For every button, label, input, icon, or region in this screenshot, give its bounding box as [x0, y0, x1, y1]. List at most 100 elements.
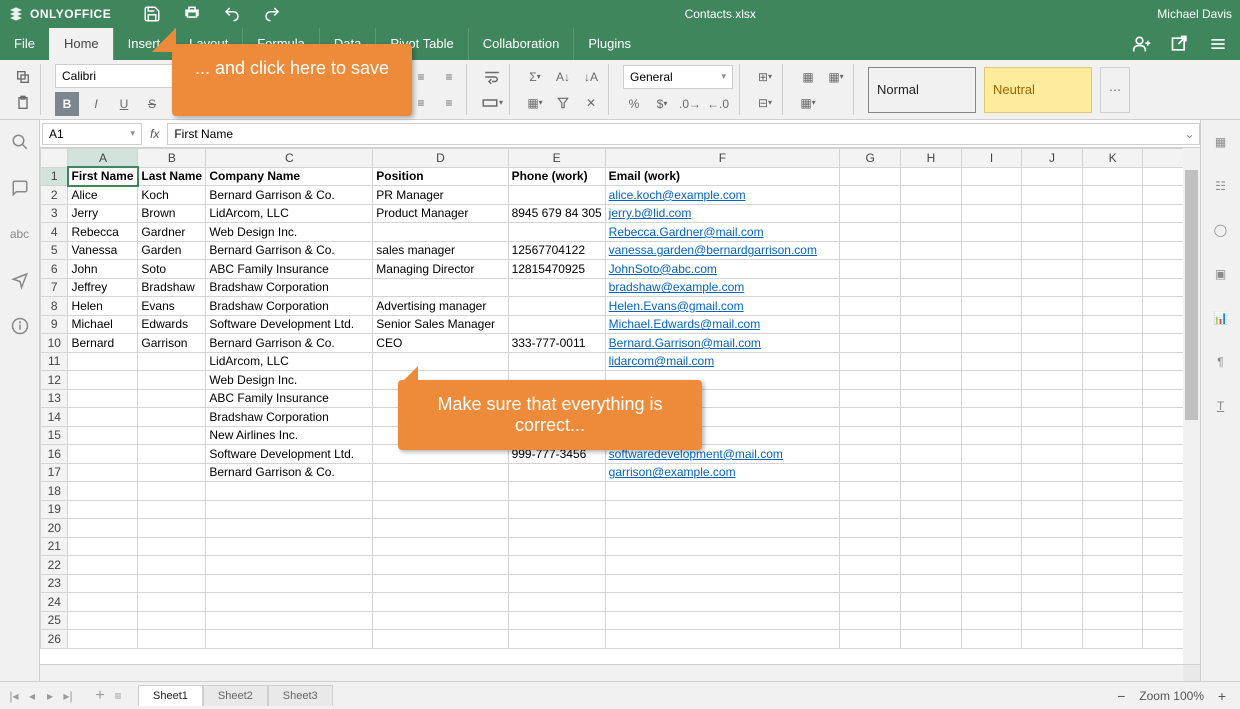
cell[interactable] — [1022, 223, 1083, 242]
format-table-icon[interactable]: ▦▾ — [825, 66, 847, 88]
col-header-B[interactable]: B — [138, 149, 206, 168]
cell[interactable] — [605, 556, 840, 575]
cell[interactable] — [138, 482, 206, 501]
comments-icon[interactable] — [8, 176, 32, 200]
sort-desc-icon[interactable]: ↓A — [580, 66, 602, 88]
row-header-26[interactable]: 26 — [41, 630, 68, 649]
cell[interactable] — [206, 593, 373, 612]
cell[interactable] — [901, 371, 962, 390]
insert-cells-icon[interactable]: ⊞▾ — [754, 66, 776, 88]
cell[interactable] — [961, 445, 1021, 464]
cell[interactable]: Position — [373, 167, 508, 186]
cell[interactable] — [508, 297, 605, 316]
cell[interactable] — [1082, 278, 1143, 297]
row-header-11[interactable]: 11 — [41, 352, 68, 371]
cell[interactable]: John — [68, 260, 138, 279]
zoom-in-icon[interactable]: + — [1214, 688, 1230, 704]
horizontal-scrollbar[interactable] — [40, 664, 1200, 681]
feedback-icon[interactable] — [8, 268, 32, 292]
sheet-tab-sheet3[interactable]: Sheet3 — [268, 685, 333, 706]
cell[interactable] — [138, 445, 206, 464]
delete-cells-icon[interactable]: ⊟▾ — [754, 92, 776, 114]
cell[interactable]: CEO — [373, 334, 508, 353]
chart-settings-icon[interactable]: 📊 — [1209, 306, 1233, 330]
cell[interactable] — [1082, 297, 1143, 316]
cell[interactable] — [1022, 556, 1083, 575]
cell[interactable] — [840, 223, 901, 242]
email-link[interactable]: Michael.Edwards@mail.com — [609, 317, 761, 331]
cell[interactable] — [1082, 408, 1143, 427]
row-header-4[interactable]: 4 — [41, 223, 68, 242]
next-sheet-icon[interactable]: ▸ — [42, 688, 58, 704]
cell[interactable] — [138, 463, 206, 482]
cell[interactable] — [508, 463, 605, 482]
col-header-C[interactable]: C — [206, 149, 373, 168]
italic-button[interactable]: I — [85, 93, 107, 115]
cell[interactable]: 12815470925 — [508, 260, 605, 279]
cell[interactable] — [961, 204, 1021, 223]
cell[interactable] — [68, 482, 138, 501]
cell[interactable] — [840, 630, 901, 649]
cell[interactable] — [1082, 519, 1143, 538]
prev-sheet-icon[interactable]: ◂ — [24, 688, 40, 704]
cell[interactable] — [840, 574, 901, 593]
cell[interactable] — [1082, 537, 1143, 556]
row-header-16[interactable]: 16 — [41, 445, 68, 464]
cell[interactable] — [605, 630, 840, 649]
cell[interactable] — [605, 519, 840, 538]
last-sheet-icon[interactable]: ▸| — [60, 688, 76, 704]
cell[interactable]: Helen.Evans@gmail.com — [605, 297, 840, 316]
cell[interactable] — [840, 167, 901, 186]
menu-tab-collaboration[interactable]: Collaboration — [468, 28, 574, 60]
sum-icon[interactable]: Σ▾ — [524, 66, 546, 88]
cell[interactable] — [961, 371, 1021, 390]
col-header-F[interactable]: F — [605, 149, 840, 168]
cell[interactable] — [901, 519, 962, 538]
cell[interactable]: First Name — [68, 167, 138, 186]
expand-formula-icon[interactable]: ⌄ — [1180, 123, 1200, 145]
fill-down-icon[interactable]: ▦▾ — [524, 92, 546, 114]
cell[interactable] — [961, 241, 1021, 260]
cell[interactable] — [961, 537, 1021, 556]
cell[interactable]: Managing Director — [373, 260, 508, 279]
cell[interactable]: Last Name — [138, 167, 206, 186]
col-header-G[interactable]: G — [840, 149, 901, 168]
cell[interactable]: ABC Family Insurance — [206, 389, 373, 408]
col-header-K[interactable]: K — [1082, 149, 1143, 168]
cell[interactable] — [1022, 519, 1083, 538]
cell[interactable]: vanessa.garden@bernardgarrison.com — [605, 241, 840, 260]
cell[interactable]: Michael.Edwards@mail.com — [605, 315, 840, 334]
shape-settings-icon[interactable]: ◯ — [1209, 218, 1233, 242]
cell[interactable] — [68, 630, 138, 649]
cell[interactable] — [1022, 482, 1083, 501]
cell[interactable] — [1022, 389, 1083, 408]
cell[interactable] — [901, 593, 962, 612]
cell[interactable] — [901, 315, 962, 334]
style-normal[interactable]: Normal — [868, 67, 976, 113]
row-header-23[interactable]: 23 — [41, 574, 68, 593]
cell[interactable] — [68, 463, 138, 482]
cell[interactable]: Product Manager — [373, 204, 508, 223]
cell[interactable]: Vanessa — [68, 241, 138, 260]
cell[interactable] — [373, 537, 508, 556]
cell[interactable] — [961, 389, 1021, 408]
cell[interactable] — [373, 519, 508, 538]
cell[interactable] — [68, 556, 138, 575]
sort-asc-icon[interactable]: A↓ — [552, 66, 574, 88]
cell-format-icon[interactable]: ▦▾ — [797, 92, 819, 114]
cell[interactable] — [373, 611, 508, 630]
cell[interactable] — [68, 371, 138, 390]
cell[interactable] — [1082, 371, 1143, 390]
undo-icon[interactable] — [221, 3, 243, 25]
cell[interactable] — [1082, 260, 1143, 279]
cell[interactable] — [901, 260, 962, 279]
cell[interactable] — [840, 371, 901, 390]
cell[interactable] — [68, 611, 138, 630]
cell[interactable]: lidarcom@mail.com — [605, 352, 840, 371]
cell[interactable] — [68, 593, 138, 612]
col-header-J[interactable]: J — [1022, 149, 1083, 168]
cell[interactable] — [68, 426, 138, 445]
email-link[interactable]: jerry.b@lid.com — [609, 206, 692, 220]
cell[interactable] — [1082, 500, 1143, 519]
cell[interactable] — [605, 593, 840, 612]
